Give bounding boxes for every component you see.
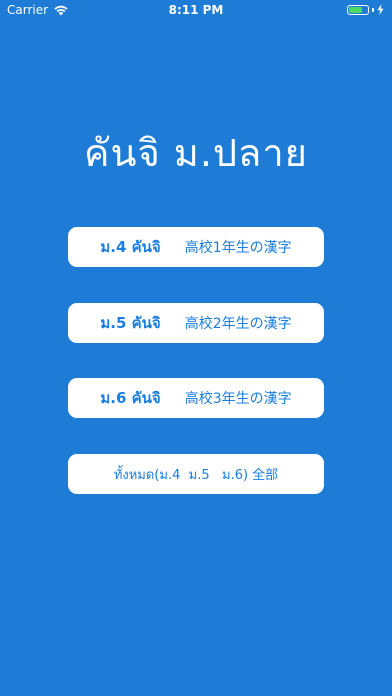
m4-thai-label: ม.4 คันจิ xyxy=(100,238,161,256)
status-time: 8:11 PM xyxy=(168,3,224,17)
battery-icon xyxy=(347,4,369,15)
charging-bolt-icon xyxy=(377,4,384,15)
page-title: คันจิ ม.ปลาย xyxy=(84,131,308,175)
m6-thai-label: ม.6 คันจิ xyxy=(100,389,161,407)
battery-level xyxy=(349,6,362,13)
m5-thai-label: ม.5 คันจิ xyxy=(100,314,161,332)
app-screen: Carrier 8:11 PM คันจิ ม.ปลาย ม.4 คันจิ 高校… xyxy=(0,0,392,696)
m5-kanji-button[interactable]: ม.5 คันจิ 高校2年生の漢字 xyxy=(68,303,324,343)
battery-indicator xyxy=(347,4,384,15)
all-label: ทั้งหมด(ม.4 ม.5 ม.6) 全部 xyxy=(113,467,279,483)
m6-kanji-button[interactable]: ม.6 คันจิ 高校3年生の漢字 xyxy=(68,378,324,418)
status-bar: Carrier 8:11 PM xyxy=(0,0,392,20)
m4-kanji-button[interactable]: ม.4 คันจิ 高校1年生の漢字 xyxy=(68,227,324,267)
m5-japanese-label: 高校2年生の漢字 xyxy=(184,316,292,332)
all-kanji-button[interactable]: ทั้งหมด(ม.4 ม.5 ม.6) 全部 xyxy=(68,454,324,494)
m6-japanese-label: 高校3年生の漢字 xyxy=(184,391,292,407)
battery-cap xyxy=(372,7,374,12)
m4-japanese-label: 高校1年生の漢字 xyxy=(184,240,292,256)
